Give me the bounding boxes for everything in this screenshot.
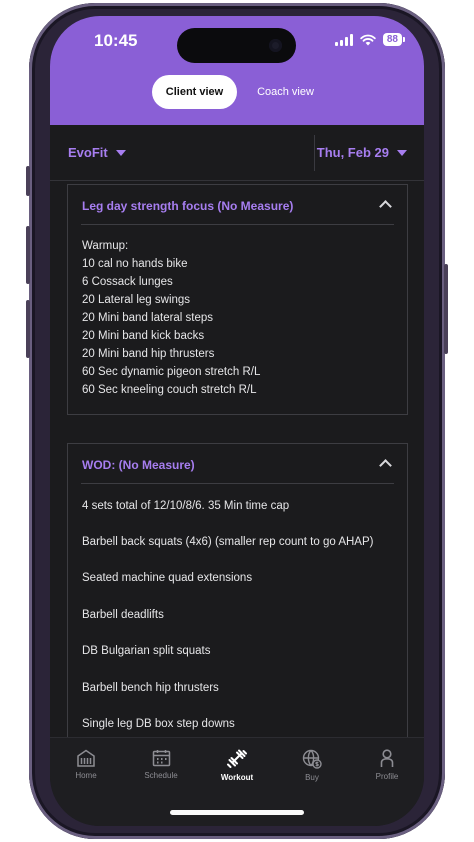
date-selector-label: Thu, Feb 29 — [316, 145, 389, 160]
wod-line: Single leg DB box step downs — [82, 718, 235, 730]
cellular-signal-icon — [334, 33, 353, 46]
dynamic-island — [177, 28, 296, 63]
warmup-card: Leg day strength focus (No Measure) Warm… — [67, 184, 408, 415]
app-screen: 10:45 88 Client view Coach view EvoFit T… — [50, 16, 424, 826]
dumbbell-icon — [227, 749, 247, 768]
camera-icon — [269, 39, 282, 52]
wod-line: Barbell deadlifts — [82, 609, 164, 621]
action-button — [26, 166, 30, 196]
nav-buy-label: Buy — [305, 773, 319, 782]
nav-home[interactable]: Home — [56, 749, 116, 780]
gym-selector-label: EvoFit — [68, 145, 108, 160]
home-indicator[interactable] — [170, 810, 304, 815]
calendar-icon — [152, 750, 170, 767]
power-button — [444, 264, 448, 354]
wod-line: 4 sets total of 12/10/8/6. 35 Min time c… — [82, 500, 290, 512]
wod-line: Barbell bench hip thrusters — [82, 682, 219, 694]
nav-workout[interactable]: Workout — [207, 749, 267, 782]
wod-line: DB Bulgarian split squats — [82, 645, 211, 657]
warmup-line: 10 cal no hands bike — [82, 258, 188, 270]
warmup-line: 20 Mini band hip thrusters — [82, 348, 215, 360]
warmup-line: 60 Sec dynamic pigeon stretch R/L — [82, 366, 261, 378]
warmup-line: 60 Sec kneeling couch stretch R/L — [82, 384, 257, 396]
nav-workout-label: Workout — [220, 773, 254, 782]
date-selector[interactable]: Thu, Feb 29 — [317, 145, 407, 160]
status-icons: 88 — [334, 33, 406, 46]
chevron-up-icon[interactable] — [379, 459, 392, 472]
wod-line: Seated machine quad extensions — [82, 572, 253, 584]
chevron-down-icon — [397, 149, 407, 156]
gym-selector[interactable]: EvoFit — [68, 145, 126, 160]
chevron-up-icon[interactable] — [379, 200, 392, 213]
warmup-line: 6 Cossack lunges — [82, 276, 173, 288]
volume-down-button — [26, 300, 30, 358]
nav-schedule-label: Schedule — [144, 771, 178, 780]
nav-schedule[interactable]: Schedule — [131, 749, 191, 780]
nav-profile-label: Profile — [375, 772, 399, 781]
selector-divider — [314, 135, 315, 171]
client-view-toggle[interactable]: Client view — [152, 75, 237, 109]
warmup-line: 20 Lateral leg swings — [82, 294, 191, 306]
coach-view-toggle[interactable]: Coach view — [248, 75, 323, 109]
nav-home-label: Home — [75, 771, 97, 780]
chevron-down-icon — [115, 149, 126, 156]
warmup-card-title: Leg day strength focus (No Measure) — [82, 199, 294, 213]
volume-up-button — [26, 226, 30, 284]
nav-buy[interactable]: Buy — [282, 749, 342, 782]
wod-card-header[interactable]: WOD: (No Measure) — [81, 444, 394, 484]
warmup-line: Warmup: — [82, 240, 129, 252]
selector-bar: EvoFit Thu, Feb 29 — [50, 125, 424, 181]
wod-line: Barbell back squats (4x6) (smaller rep c… — [82, 536, 374, 548]
battery-icon: 88 — [382, 33, 406, 46]
wifi-icon — [360, 34, 376, 45]
wod-card-title: WOD: (No Measure) — [82, 458, 195, 472]
status-time: 10:45 — [94, 31, 138, 50]
warmup-line: 20 Mini band lateral steps — [82, 312, 214, 324]
person-icon — [380, 749, 394, 767]
warmup-card-header[interactable]: Leg day strength focus (No Measure) — [81, 185, 394, 225]
globe-dollar-icon — [302, 749, 322, 769]
wod-card: WOD: (No Measure) 4 sets total of 12/10/… — [67, 443, 408, 743]
app-header: 10:45 88 Client view Coach view — [50, 16, 424, 125]
nav-profile[interactable]: Profile — [357, 749, 417, 781]
home-icon — [77, 749, 95, 767]
warmup-line: 20 Mini band kick backs — [82, 330, 205, 342]
